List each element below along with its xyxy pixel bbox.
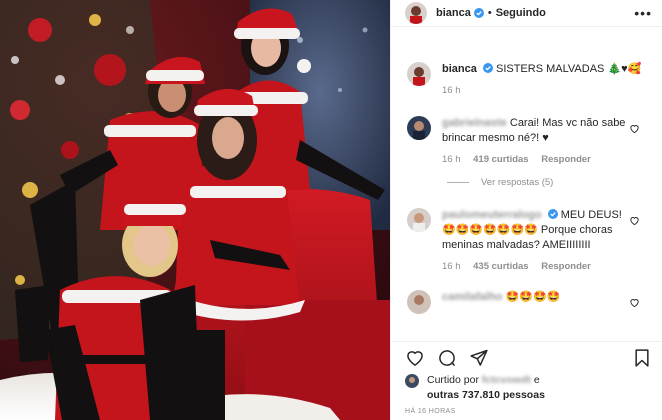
comment-like-heart-icon[interactable] [629,215,640,226]
comment-username[interactable]: paulomeuterralogo [442,209,542,221]
caption-text: SISTERS MALVADAS 🎄♥🥰 [495,63,642,75]
comments-list: bianca SISTERS MALVADAS 🎄♥🥰 16 h gabriel… [391,48,662,334]
comment-likes[interactable]: 435 curtidas [473,261,528,272]
header-separator: • [487,7,492,19]
others-likes-button[interactable]: outras 737.810 pessoas [427,389,545,401]
author-avatar[interactable] [405,2,427,24]
author-username[interactable]: bianca [436,7,471,19]
comment-likes[interactable]: 419 curtidas [473,154,528,165]
like-button[interactable] [405,348,425,368]
christmas-photo-illustration [0,0,390,420]
instagram-post: bianca • Seguindo ••• bianca SISTERS MAL… [0,0,662,420]
comment-item: gabrielnaste Carai! Mas vc não sabe brin… [391,116,662,167]
comment-like-heart-icon[interactable] [629,297,640,308]
post-sidebar: bianca • Seguindo ••• bianca SISTERS MAL… [390,0,662,420]
share-icon [470,349,488,366]
reply-button[interactable]: Responder [541,261,591,272]
liked-by-prefix: Curtido por [427,374,479,386]
save-button[interactable] [632,348,652,368]
replies-divider [447,182,469,183]
comment-item: paulomeuterralogo MEU DEUS! 🤩🤩🤩🤩🤩🤩🤩 Porq… [391,208,662,274]
view-replies-button[interactable]: Ver respostas (5) [447,177,662,188]
comment-time[interactable]: 16 h [442,261,461,272]
post-caption: bianca SISTERS MALVADAS 🎄♥🥰 16 h [391,62,662,98]
view-replies-label: Ver respostas (5) [481,177,554,188]
commenter-avatar[interactable] [407,290,431,314]
likes-summary: Curtido por fctcvowdt e outras 737.810 p… [405,373,652,403]
reply-button[interactable]: Responder [541,154,591,165]
comment-username[interactable]: camilafalho [442,291,503,303]
commenter-avatar[interactable] [407,116,431,140]
commenter-avatar[interactable] [407,208,431,232]
verified-badge-icon [482,63,493,73]
comment-icon [439,349,455,366]
liked-by-connector: e [533,374,540,386]
post-photo[interactable] [0,0,390,420]
comment-item: camilafalho 🤩🤩🤩🤩 [391,290,662,314]
comment-like-heart-icon[interactable] [629,123,640,134]
caption-avatar[interactable] [407,62,431,86]
caption-time[interactable]: 16 h [442,85,461,96]
more-options-icon[interactable]: ••• [634,6,652,20]
share-button[interactable] [469,348,489,368]
post-actions [391,341,662,369]
liker-avatar[interactable] [405,374,419,388]
heart-icon [407,350,423,366]
comment-username[interactable]: gabrielnaste [442,117,507,129]
liker-username[interactable]: fctcvowdt [482,374,531,386]
likes-text: Curtido por fctcvowdt e outras 737.810 p… [427,373,545,403]
comment-time[interactable]: 16 h [442,154,461,165]
bookmark-icon [635,348,649,367]
caption-username[interactable]: bianca [442,63,477,75]
post-timestamp[interactable]: HÁ 16 HORAS [405,408,456,415]
follow-status-button[interactable]: Seguindo [496,7,546,19]
verified-badge-icon [473,8,484,18]
comment-text: 🤩🤩🤩🤩 [505,291,561,303]
post-header: bianca • Seguindo ••• [391,0,662,27]
verified-badge-icon [547,209,558,219]
comment-button[interactable] [437,348,457,368]
